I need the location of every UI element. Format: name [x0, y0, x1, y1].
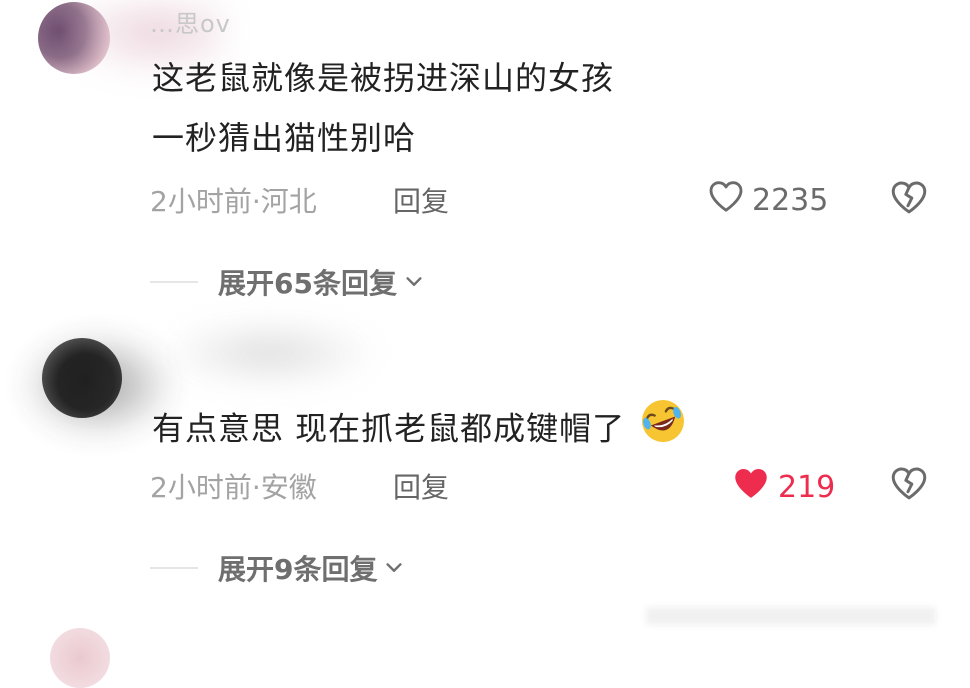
broken-heart-icon	[888, 467, 930, 508]
comment-meta: 2小时前·河北	[150, 185, 317, 218]
expand-replies-button[interactable]: 展开9条回复	[150, 548, 405, 588]
chevron-down-icon	[383, 557, 405, 579]
heart-outline-icon	[706, 176, 746, 224]
reply-button[interactable]: 回复	[393, 466, 449, 506]
like-button[interactable]: 219	[730, 462, 835, 512]
broken-heart-icon	[888, 181, 930, 222]
like-count: 2235	[752, 182, 829, 218]
expand-replies-label: 展开9条回复	[218, 553, 378, 586]
like-count: 219	[778, 469, 836, 505]
comment-text: 有点意思 现在抓老鼠都成键帽了	[152, 396, 688, 465]
expand-replies-button[interactable]: 展开65条回复	[150, 262, 425, 302]
username-blur	[160, 318, 380, 388]
like-button[interactable]: 2235	[706, 176, 828, 224]
expand-replies-label: 展开65条回复	[218, 267, 397, 300]
avatar[interactable]	[50, 628, 110, 688]
comment-text-line-2: 一秒猜出猫性别哈	[152, 119, 417, 157]
username[interactable]: …思ov	[150, 4, 231, 39]
comment-text-line-1: 这老鼠就像是被拐进深山的女孩	[152, 59, 615, 97]
divider-line	[150, 567, 198, 569]
dislike-button[interactable]	[888, 176, 930, 222]
comment-text-line-1: 有点意思 现在抓老鼠都成键帽了	[152, 409, 626, 448]
comment-meta: 2小时前·安徽	[150, 471, 317, 504]
chevron-down-icon	[403, 271, 425, 293]
watermark-blur	[646, 607, 936, 625]
rolling-on-floor-laughing-emoji	[638, 396, 688, 465]
reply-button[interactable]: 回复	[393, 180, 449, 220]
heart-filled-icon	[730, 462, 772, 512]
divider-line	[150, 281, 198, 283]
dislike-button[interactable]	[888, 462, 930, 508]
